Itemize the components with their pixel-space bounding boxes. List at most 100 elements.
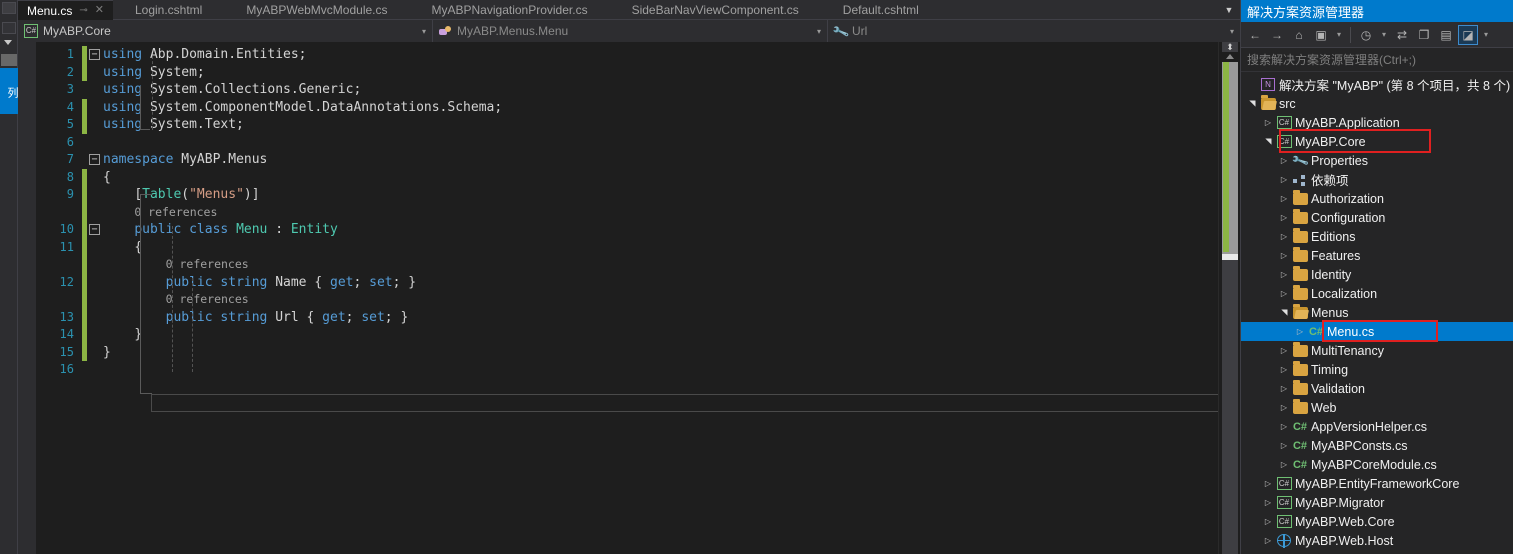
scrollbar-viewport-marker[interactable] (1222, 254, 1238, 260)
tree-node[interactable]: ▷ C# MyABPConsts.cs (1241, 436, 1513, 455)
chevron-right-icon[interactable]: ▷ (1293, 327, 1307, 336)
chevron-right-icon[interactable]: ▷ (1277, 232, 1291, 241)
chevron-right-icon[interactable]: ▷ (1261, 479, 1275, 488)
pending-changes-dropdown[interactable]: ▾ (1378, 25, 1390, 45)
chevron-right-icon[interactable]: ▷ (1277, 175, 1291, 184)
tree-node[interactable]: ▷ Editions (1241, 227, 1513, 246)
chevron-down-icon[interactable] (4, 40, 12, 45)
scroll-up-arrow-icon[interactable] (1226, 54, 1234, 59)
chevron-down-icon[interactable]: ▾ (1230, 27, 1234, 36)
tree-node[interactable]: ▷ Features (1241, 246, 1513, 265)
chevron-right-icon[interactable]: ▷ (1277, 251, 1291, 260)
code-line[interactable]: 11 { (36, 238, 1218, 256)
code-line[interactable]: 3 using System.Collections.Generic; (36, 81, 1218, 99)
collapse-minus-icon[interactable]: − (89, 224, 100, 235)
editor-vertical-scrollbar[interactable]: ⬍ (1218, 42, 1240, 554)
document-tab[interactable]: Login.cshtml (113, 0, 224, 20)
document-tab[interactable]: Menu.cs ⊸ ✕ (18, 0, 113, 20)
solution-explorer-search-input[interactable]: 搜索解决方案资源管理器(Ctrl+;) (1241, 48, 1513, 72)
outlining-glyph[interactable]: − (87, 221, 103, 239)
code-line[interactable]: 6 (36, 134, 1218, 152)
pending-changes-button[interactable]: ◷ (1356, 25, 1376, 45)
chevron-right-icon[interactable]: ▷ (1277, 403, 1291, 412)
show-all-files-dropdown[interactable]: ▾ (1333, 25, 1345, 45)
code-line[interactable]: 4 using System.ComponentModel.DataAnnotat… (36, 98, 1218, 116)
collapse-all-button[interactable]: ▤ (1436, 25, 1456, 45)
tree-node[interactable]: ▷ Identity (1241, 265, 1513, 284)
code-line[interactable]: 8{ (36, 168, 1218, 186)
chevron-right-icon[interactable]: ▷ (1277, 441, 1291, 450)
chevron-right-icon[interactable]: ▷ (1277, 194, 1291, 203)
code-line[interactable]: 14 } (36, 326, 1218, 344)
dock-button-1[interactable] (2, 2, 16, 14)
chevron-right-icon[interactable]: ▷ (1261, 536, 1275, 545)
tree-node[interactable]: ▷ Validation (1241, 379, 1513, 398)
collapse-minus-icon[interactable]: − (89, 154, 100, 165)
dock-button-2[interactable] (2, 22, 16, 34)
tree-node[interactable]: ▷ Web (1241, 398, 1513, 417)
tree-node[interactable]: ▷ Timing (1241, 360, 1513, 379)
chevron-down-icon[interactable]: ◢ (1280, 306, 1289, 320)
tree-node[interactable]: ▷ C# AppVersionHelper.cs (1241, 417, 1513, 436)
tree-node[interactable]: ◢ src (1241, 94, 1513, 113)
navbar-type-dropdown[interactable]: MyABP.Menus.Menu ▾ (433, 20, 828, 42)
tree-node[interactable]: N 解决方案 "MyABP" (第 8 个项目，共 8 个) (1241, 75, 1513, 94)
chevron-right-icon[interactable]: ▷ (1277, 384, 1291, 393)
chevron-right-icon[interactable]: ▷ (1277, 213, 1291, 222)
tree-node[interactable]: ▷ Configuration (1241, 208, 1513, 227)
code-line[interactable]: 0 references (36, 291, 1218, 309)
dock-vertical-tab-label[interactable]: 列 (0, 68, 18, 114)
properties-dropdown[interactable]: ▾ (1480, 25, 1492, 45)
tree-node[interactable]: ▷ C# MyABPCoreModule.cs (1241, 455, 1513, 474)
refresh-button[interactable]: ❐ (1414, 25, 1434, 45)
code-line[interactable]: 16 (36, 361, 1218, 379)
tree-node[interactable]: ▷ C# MyABP.Migrator (1241, 493, 1513, 512)
chevron-down-icon[interactable]: ▾ (817, 27, 821, 36)
chevron-right-icon[interactable]: ▷ (1277, 460, 1291, 469)
chevron-right-icon[interactable]: ▷ (1261, 498, 1275, 507)
tree-node[interactable]: ▷ C# Menu.cs (1241, 322, 1513, 341)
code-line[interactable]: 9 [Table("Menus")] (36, 186, 1218, 204)
tree-node[interactable]: ▷ Localization (1241, 284, 1513, 303)
code-line[interactable]: 1 − using Abp.Domain.Entities; (36, 46, 1218, 64)
tree-node[interactable]: ▷ 依赖项 (1241, 170, 1513, 189)
code-line[interactable]: 2 using System; (36, 63, 1218, 81)
dock-tab-handle[interactable] (1, 54, 17, 66)
show-all-files-button[interactable]: ▣ (1311, 25, 1331, 45)
chevron-right-icon[interactable]: ▷ (1277, 289, 1291, 298)
chevron-right-icon[interactable]: ▷ (1277, 365, 1291, 374)
chevron-right-icon[interactable]: ▷ (1261, 517, 1275, 526)
back-button[interactable]: ← (1245, 25, 1265, 45)
navbar-project-dropdown[interactable]: C# MyABP.Core ▾ (18, 20, 433, 42)
chevron-down-icon[interactable]: ◢ (1264, 135, 1273, 149)
home-button[interactable]: ⌂ (1289, 25, 1309, 45)
sync-with-active-document-button[interactable]: ⇄ (1392, 25, 1412, 45)
pin-icon[interactable]: ⊸ (79, 5, 87, 16)
document-tab[interactable]: SideBarNavViewComponent.cs (610, 0, 821, 20)
document-tab[interactable]: MyABPWebMvcModule.cs (224, 0, 409, 20)
chevron-right-icon[interactable]: ▷ (1261, 118, 1275, 127)
tree-node[interactable]: ◢ C# MyABP.Core (1241, 132, 1513, 151)
tree-node[interactable]: ▷ MultiTenancy (1241, 341, 1513, 360)
code-line[interactable]: 13 public string Url { get; set; } (36, 308, 1218, 326)
code-line[interactable]: 0 references (36, 203, 1218, 221)
close-icon[interactable]: ✕ (95, 5, 104, 16)
tree-node[interactable]: ▷ Authorization (1241, 189, 1513, 208)
editor-splitter-handle[interactable]: ⬍ (1222, 42, 1238, 52)
chevron-right-icon[interactable]: ▷ (1277, 270, 1291, 279)
code-line[interactable]: 10 − public class Menu : Entity (36, 221, 1218, 239)
code-text-area[interactable]: 1− using Abp.Domain.Entities; 2 using Syste… (36, 42, 1218, 554)
outlining-glyph[interactable]: − (87, 151, 103, 169)
chevron-down-icon[interactable]: ▾ (422, 27, 426, 36)
outlining-glyph[interactable]: − (87, 46, 103, 64)
code-editor[interactable]: 1− using Abp.Domain.Entities; 2 using Syste… (18, 42, 1240, 554)
code-line[interactable]: 15} (36, 343, 1218, 361)
chevron-right-icon[interactable]: ▷ (1277, 156, 1291, 165)
solution-tree[interactable]: N 解决方案 "MyABP" (第 8 个项目，共 8 个) ◢ src ▷ C# MyAB… (1241, 72, 1513, 554)
tree-node[interactable]: ▷ C# MyABP.Application (1241, 113, 1513, 132)
collapse-minus-icon[interactable]: − (89, 49, 100, 60)
code-line[interactable]: 0 references (36, 256, 1218, 274)
forward-button[interactable]: → (1267, 25, 1287, 45)
tree-node[interactable]: ▷ MyABP.Web.Host (1241, 531, 1513, 550)
chevron-right-icon[interactable]: ▷ (1277, 422, 1291, 431)
